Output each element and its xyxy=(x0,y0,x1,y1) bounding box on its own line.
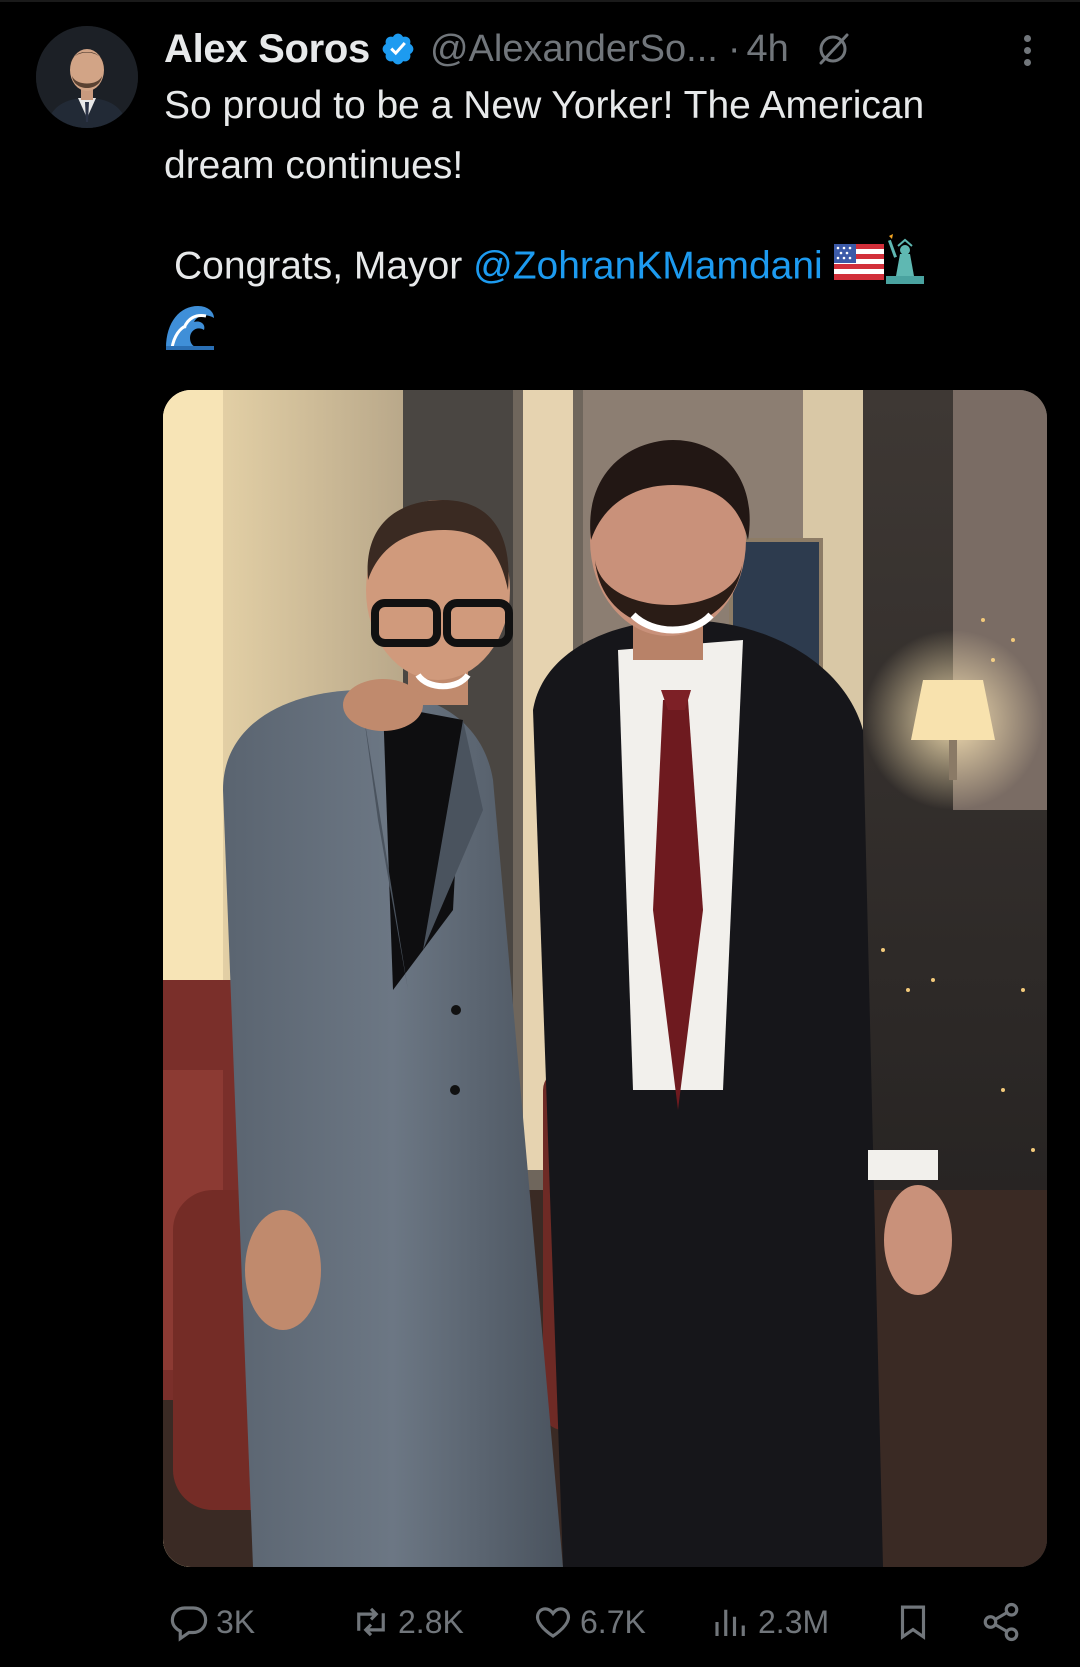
us-flag-icon xyxy=(833,238,884,298)
tweet-text: So proud to be a New Yorker! The America… xyxy=(164,76,1044,368)
verified-badge-icon xyxy=(380,31,416,67)
tweet-header: Alex Soros @AlexanderSo... · 4h xyxy=(164,18,851,80)
mention-link[interactable]: @ZohranKMamdani xyxy=(473,244,823,287)
water-wave-icon xyxy=(164,302,216,368)
top-divider xyxy=(0,0,1080,2)
statue-of-liberty-icon xyxy=(884,234,926,302)
reply-icon xyxy=(170,1606,208,1642)
views-count: 2.3M xyxy=(758,1603,830,1640)
views-icon xyxy=(715,1609,745,1636)
views-button[interactable]: 2.3M xyxy=(710,1592,829,1652)
repost-button[interactable]: 2.8K xyxy=(350,1592,464,1652)
author-handle[interactable]: @AlexanderSo... xyxy=(430,28,718,71)
like-count: 6.7K xyxy=(580,1603,646,1640)
repost-icon xyxy=(357,1607,385,1637)
avatar[interactable] xyxy=(36,26,138,128)
like-icon xyxy=(535,1607,571,1638)
bookmark-icon xyxy=(900,1605,926,1640)
share-button[interactable] xyxy=(980,1592,1022,1652)
reply-button[interactable]: 3K xyxy=(168,1592,255,1652)
action-bar: 3K 2.8K 6.7K 2.3M xyxy=(0,1592,1080,1652)
more-icon[interactable] xyxy=(1012,30,1042,74)
grok-icon[interactable] xyxy=(815,31,851,67)
separator-dot: · xyxy=(727,27,741,70)
tweet-text-line1: So proud to be a New Yorker! The America… xyxy=(164,84,925,187)
bookmark-button[interactable] xyxy=(892,1592,934,1652)
congrats-text: Congrats, Mayor xyxy=(174,244,474,288)
tweet-photo[interactable] xyxy=(163,390,1047,1567)
reply-count: 3K xyxy=(216,1603,256,1640)
timestamp[interactable]: 4h xyxy=(746,28,788,71)
like-button[interactable]: 6.7K xyxy=(532,1592,646,1652)
tweet-text-line2: Congrats, Mayor @ZohranKMamdani xyxy=(164,234,1044,368)
share-icon xyxy=(983,1602,1019,1642)
author-name[interactable]: Alex Soros xyxy=(164,27,370,72)
repost-count: 2.8K xyxy=(398,1603,464,1640)
